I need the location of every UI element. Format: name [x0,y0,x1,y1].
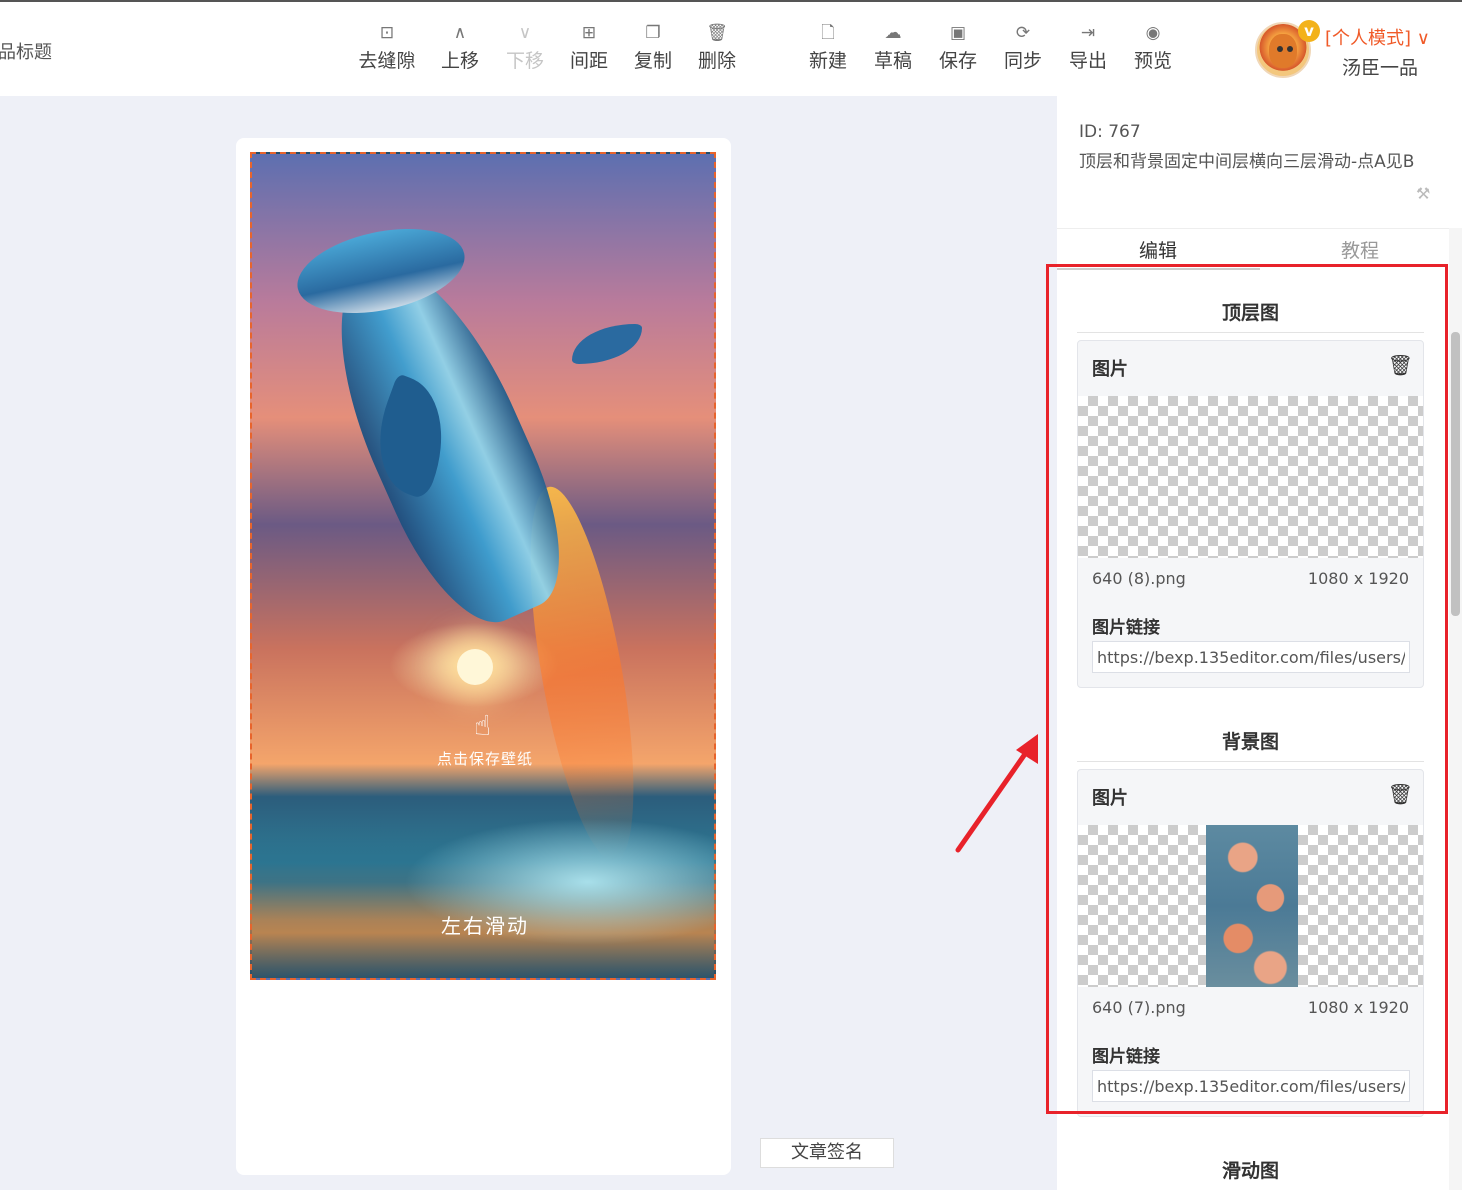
slide-tip: 左右滑动 [441,914,529,938]
wrench-icon[interactable]: ⚒ [1416,184,1430,203]
mode-switch[interactable]: [个人模式] ∨ [1325,24,1430,50]
sync-icon: ⟳ [1015,23,1031,43]
section-title-slide: 滑动图 [1221,1160,1279,1182]
tab-tutorial[interactable]: 教程 [1341,236,1379,263]
avatar-eye [1277,46,1283,52]
wave-graphic [252,814,714,978]
move-up-button[interactable]: ∧ 上移 [428,20,492,73]
export-icon: ⇥ [1080,23,1096,43]
export-label: 导出 [1068,50,1107,72]
username[interactable]: 汤臣一品 [1342,53,1418,80]
sync-label: 同步 [1003,50,1042,72]
template-id: ID: 767 [1079,122,1141,142]
spacing-icon: ⊞ [581,23,597,43]
save-icon: ▣ [949,23,967,43]
tabs-divider [1057,228,1462,229]
save-label: 保存 [938,50,977,72]
copy-label: 复制 [633,50,672,72]
spacing-label: 间距 [569,50,608,72]
gap-remove-icon: ⊡ [379,23,395,43]
sun-graphic [457,649,493,685]
dolphin-dorsal-fin-graphic [572,324,642,364]
poster-image[interactable]: ☝ 点击保存壁纸 左右滑动 [250,152,716,980]
remove-gap-label: 去缝隙 [358,50,416,72]
copy-icon: ❐ [645,23,661,43]
delete-button[interactable]: 🗑 删除 [685,20,749,73]
copy-button[interactable]: ❐ 复制 [621,20,685,73]
new-file-icon: 🗋 [821,23,835,43]
new-label: 新建 [808,50,847,72]
tap-hand-icon: ☝ [474,709,492,742]
scrollbar-thumb[interactable] [1451,332,1460,616]
preview-button[interactable]: ◉ 预览 [1121,20,1185,73]
cloud-icon: ☁ [884,23,902,43]
article-signature-button[interactable]: 文章签名 [760,1138,894,1168]
spacing-button[interactable]: ⊞ 间距 [557,20,621,73]
eye-icon: ◉ [1145,23,1161,43]
avatar-face [1269,34,1297,68]
trash-icon: 🗑 [706,23,728,43]
preview-label: 预览 [1133,50,1172,72]
highlight-box [1046,264,1448,1114]
move-down-button[interactable]: ∨ 下移 [493,20,557,73]
document-title[interactable]: 品标题 [0,38,52,64]
template-name: 顶层和背景固定中间层横向三层滑动-点A见B [1079,152,1415,172]
draft-label: 草稿 [873,50,912,72]
move-down-label: 下移 [505,50,544,72]
top-toolbar: 品标题 ⊡ 去缝隙 ∧ 上移 ∨ 下移 ⊞ 间距 ❐ 复制 🗑 删除 🗋 新建 … [0,0,1462,96]
draft-button[interactable]: ☁ 草稿 [861,20,925,73]
vip-badge: v [1298,20,1320,42]
delete-label: 删除 [697,50,736,72]
chevron-up-icon: ∧ [453,23,467,43]
sync-button[interactable]: ⟳ 同步 [991,20,1055,73]
save-button[interactable]: ▣ 保存 [926,20,990,73]
avatar-eye [1287,46,1293,52]
tap-save-tip: 点击保存壁纸 [436,750,533,768]
export-button[interactable]: ⇥ 导出 [1056,20,1120,73]
annotation-arrow-icon [955,734,1038,853]
chevron-down-icon: ∨ [518,23,532,43]
new-button[interactable]: 🗋 新建 [796,20,860,73]
move-up-label: 上移 [440,50,479,72]
remove-gap-button[interactable]: ⊡ 去缝隙 [355,20,419,73]
tab-edit[interactable]: 编辑 [1139,236,1177,263]
